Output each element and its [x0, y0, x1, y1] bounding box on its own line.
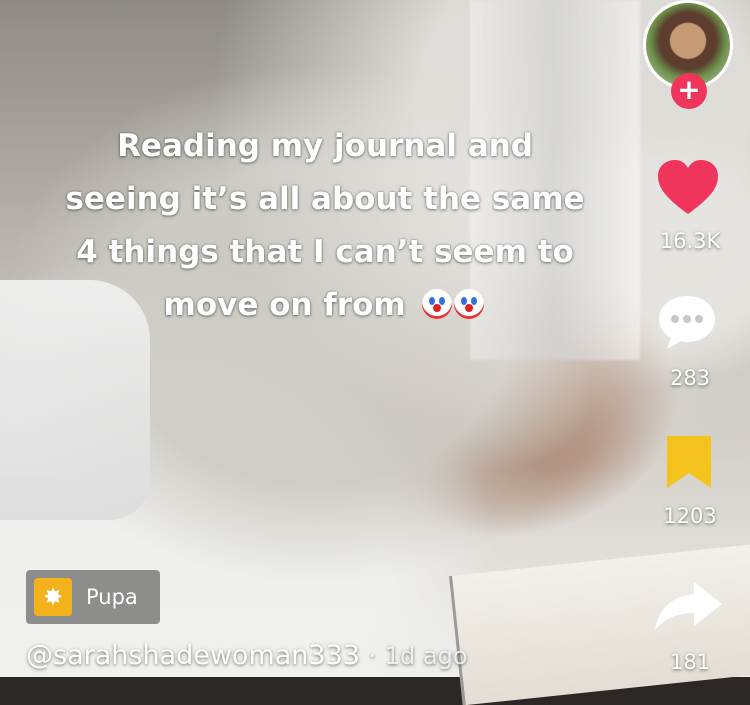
share-count: 181: [669, 650, 711, 674]
post-time: 1d ago: [384, 642, 468, 670]
caption-line: move on from: [163, 287, 406, 323]
share-arrow-icon[interactable]: [652, 580, 724, 632]
save-count: 1203: [663, 504, 717, 528]
video-caption: Reading my journal and seeing it’s all a…: [40, 120, 610, 336]
heart-icon[interactable]: [656, 158, 720, 218]
creator-byline: @sarahshadewoman333 · 1d ago: [26, 640, 468, 671]
comment-count: 283: [669, 366, 711, 390]
bookmark-icon[interactable]: [664, 433, 714, 491]
caption-line: seeing it’s all about the same: [65, 181, 585, 217]
sparkle-icon: ✸: [34, 578, 72, 616]
action-rail: + 16.3K 283 1203 181: [630, 0, 750, 677]
like-count: 16.3K: [659, 229, 721, 253]
username-link[interactable]: @sarahshadewoman333: [26, 640, 360, 671]
caption-line-last: move on from: [40, 279, 610, 336]
comment-icon[interactable]: [656, 292, 718, 352]
caption-line: Reading my journal and: [117, 128, 533, 164]
separator: ·: [368, 642, 377, 670]
clown-face-icon: [454, 289, 485, 319]
clown-face-icon: [422, 289, 453, 319]
effect-tag[interactable]: ✸ Pupa: [26, 570, 160, 624]
clown-emoji-group: [422, 283, 486, 336]
effect-label: Pupa: [86, 585, 138, 609]
caption-line: 4 things that I can’t seem to: [76, 234, 574, 270]
follow-button[interactable]: +: [671, 73, 707, 109]
